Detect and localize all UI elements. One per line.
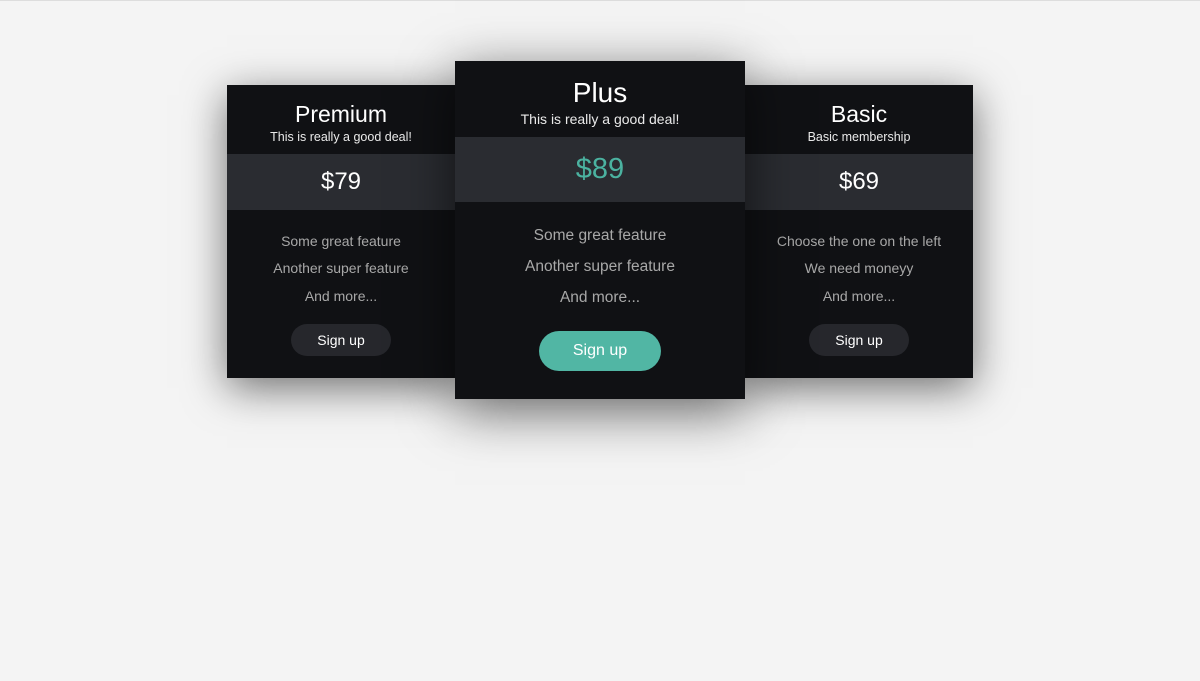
- plan-price: $79: [227, 154, 455, 210]
- plan-footer: Sign up: [227, 316, 455, 378]
- plan-subtitle: This is really a good deal!: [465, 111, 735, 127]
- signup-button[interactable]: Sign up: [291, 324, 390, 356]
- plan-features: Some great feature Another super feature…: [227, 210, 455, 316]
- plan-title: Premium: [237, 101, 445, 128]
- plan-header: Premium This is really a good deal!: [227, 85, 455, 154]
- plan-feature: Some great feature: [237, 228, 445, 255]
- plan-feature: Some great feature: [465, 220, 735, 251]
- plan-features: Choose the one on the left We need money…: [745, 210, 973, 316]
- plan-feature: Another super feature: [465, 251, 735, 282]
- plan-title: Plus: [465, 77, 735, 109]
- plan-basic: Basic Basic membership $69 Choose the on…: [745, 85, 973, 378]
- plan-header: Basic Basic membership: [745, 85, 973, 154]
- signup-button[interactable]: Sign up: [809, 324, 908, 356]
- plan-features: Some great feature Another super feature…: [455, 202, 745, 319]
- plan-feature: And more...: [755, 283, 963, 310]
- plan-price: $89: [455, 137, 745, 202]
- plan-plus: Plus This is really a good deal! $89 Som…: [455, 61, 745, 399]
- plan-feature: And more...: [465, 282, 735, 313]
- plan-price: $69: [745, 154, 973, 210]
- plan-feature: We need moneyy: [755, 255, 963, 282]
- plan-feature: Another super feature: [237, 255, 445, 282]
- plan-feature: And more...: [237, 283, 445, 310]
- plan-subtitle: Basic membership: [755, 130, 963, 144]
- plan-header: Plus This is really a good deal!: [455, 61, 745, 137]
- plan-title: Basic: [755, 101, 963, 128]
- plan-footer: Sign up: [745, 316, 973, 378]
- plan-feature: Choose the one on the left: [755, 228, 963, 255]
- plan-subtitle: This is really a good deal!: [237, 130, 445, 144]
- plan-footer: Sign up: [455, 319, 745, 399]
- signup-button[interactable]: Sign up: [539, 331, 661, 371]
- pricing-table: Premium This is really a good deal! $79 …: [0, 1, 1200, 399]
- plan-premium: Premium This is really a good deal! $79 …: [227, 85, 455, 378]
